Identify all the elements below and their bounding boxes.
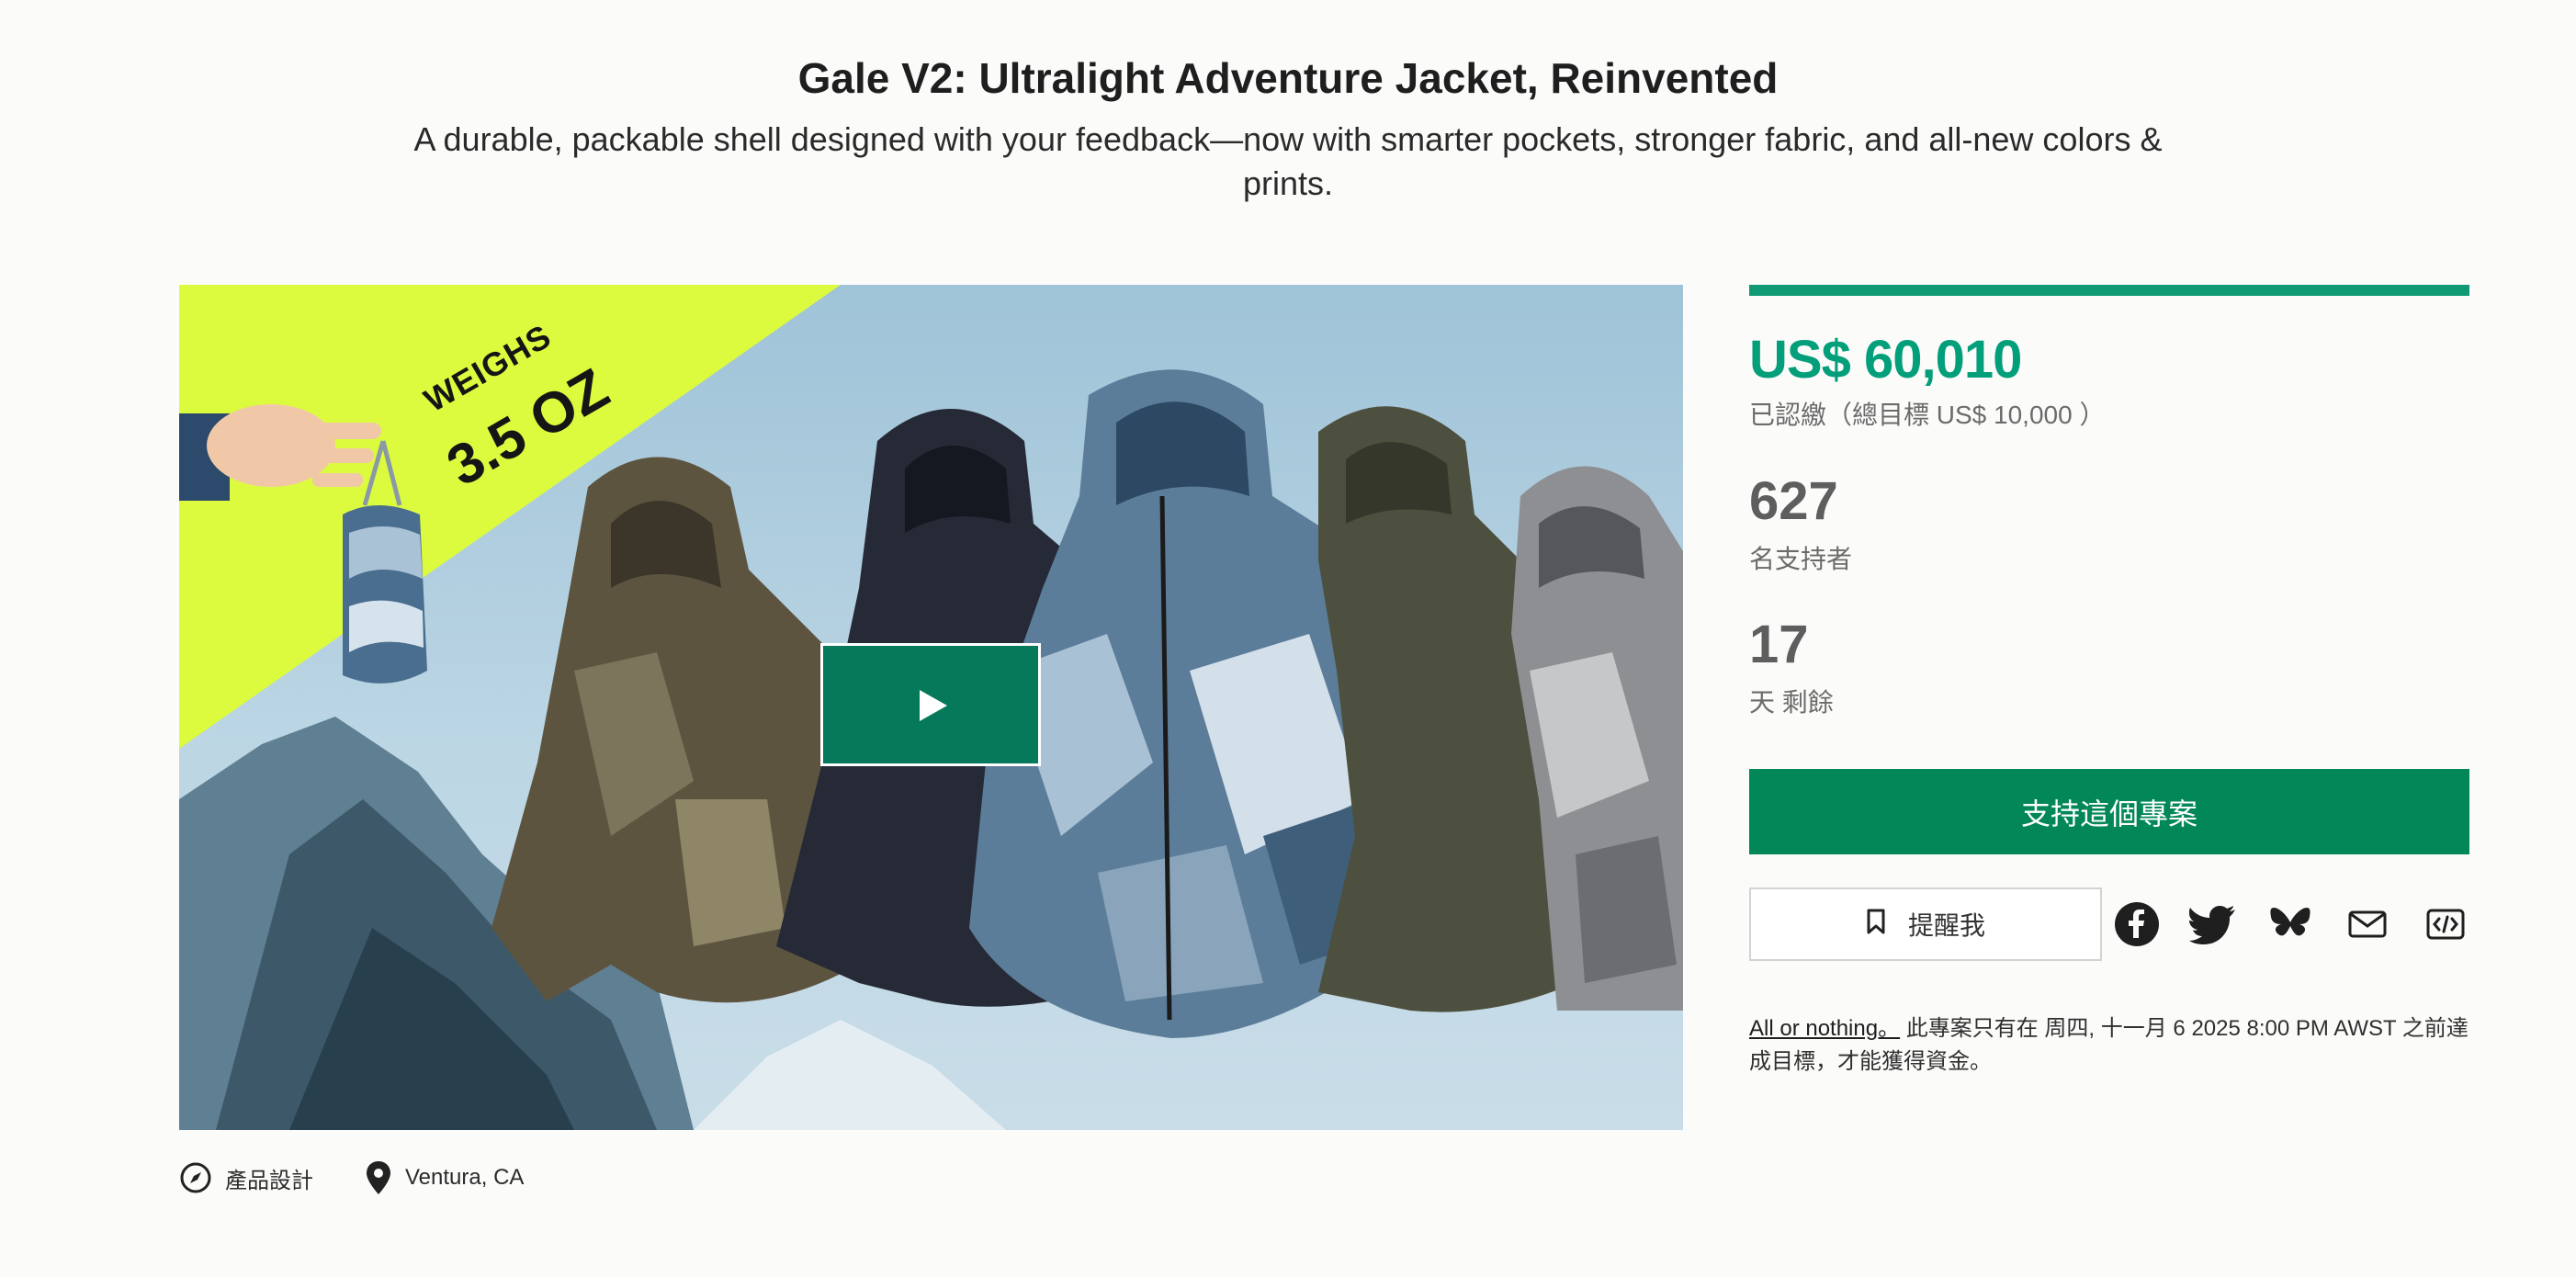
page-title: Gale V2: Ultralight Adventure Jacket, Re… [797,54,1779,102]
days-left-label: 天 剩餘 [1749,688,1834,717]
facebook-icon[interactable] [2113,900,2161,948]
remind-me-button[interactable]: 提醒我 [1749,887,2102,961]
embed-icon[interactable] [2422,900,2469,948]
twitter-icon[interactable] [2189,900,2237,948]
location-link[interactable]: Ventura, CA [405,1165,524,1191]
remind-me-label: 提醒我 [1907,911,1985,940]
back-this-project-button[interactable]: 支持這個專案 [1749,769,2469,854]
compass-icon [179,1161,212,1194]
bluesky-icon[interactable] [2266,900,2314,948]
funding-goal: 已認繳（總目標 US$ 10,000 ） [1749,401,2106,429]
backers-count: 627 [1749,471,1838,531]
days-left-count: 17 [1749,615,1809,674]
category-link[interactable]: 產品設計 [225,1162,313,1194]
play-video-button[interactable] [820,643,1041,766]
bookmark-icon [1866,908,1886,942]
funding-progress-bar [1749,285,2469,296]
project-meta: 產品設計 Ventura, CA [179,1159,524,1196]
backers-label: 名支持者 [1749,545,1853,573]
pledged-amount: US$ 60,010 [1749,330,2022,390]
hero-video[interactable]: WEIGHS 3.5 OZ [179,285,1683,1130]
location-pin-icon [365,1159,392,1196]
page-subtitle: A durable, packable shell designed with … [413,120,2163,202]
mail-icon[interactable] [2344,900,2391,948]
funding-note: All or nothing。 此專案只有在 周四, 十一月 6 2025 8:… [1749,1012,2475,1079]
play-icon [920,690,947,721]
all-or-nothing-link[interactable]: All or nothing。 [1749,1016,1900,1041]
